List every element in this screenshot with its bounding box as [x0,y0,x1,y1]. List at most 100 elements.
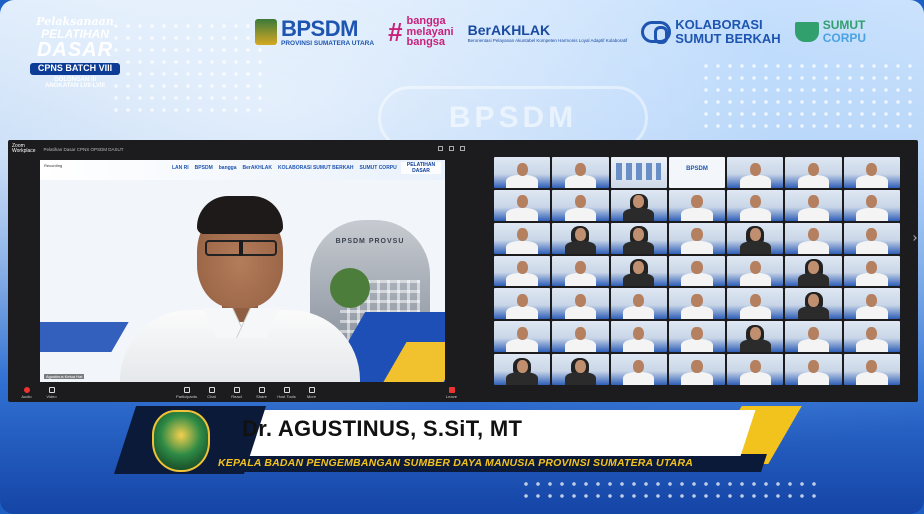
participant-tile[interactable] [785,321,842,353]
participant-tile[interactable] [727,321,784,353]
participant-face [633,359,645,373]
participant-tile[interactable] [494,255,551,287]
participant-tile[interactable] [494,321,551,353]
participant-tile[interactable] [785,288,842,320]
participant-face [633,228,645,242]
participant-tile[interactable] [843,354,900,385]
decorative-dots [700,60,920,130]
participant-tile[interactable] [785,222,842,254]
participant-tile[interactable] [785,189,842,221]
more-button[interactable]: More [299,386,324,399]
participant-tile[interactable] [494,189,551,221]
participant-tile[interactable] [727,157,784,188]
participant-tile[interactable] [843,189,900,221]
participant-tile[interactable] [494,288,551,320]
virtual-background-logos: LAN RI BPSDM bangga BerAKHLAK KOLABORASI… [172,165,397,171]
speaker-glasses [205,240,277,256]
participant-tile[interactable] [727,255,784,287]
bpsdm-logo: BPSDM PROVINSI SUMATERA UTARA [255,17,374,47]
participant-tile[interactable] [610,321,667,353]
active-speaker-video[interactable]: Recording LAN RI BPSDM bangga BerAKHLAK … [40,160,445,382]
participant-tile[interactable] [494,354,551,385]
participant-tile[interactable] [494,222,551,254]
participant-body [681,306,713,320]
participant-face [807,162,820,176]
participant-face [807,293,820,307]
berakhlak-wordmark: BerAKHLAK [467,21,551,38]
share-screen-icon [258,386,265,393]
open-book-icon [794,22,819,42]
bangga-line: bangsa [406,36,446,49]
participant-tile[interactable] [610,189,667,221]
participant-tile[interactable] [668,157,726,188]
participant-tile[interactable] [668,189,726,221]
participant-face [866,228,878,242]
maximize-icon[interactable] [449,146,454,151]
host-tools-button[interactable]: Host Tools [274,386,299,399]
toolbar-label: Share [256,393,267,399]
participant-tile[interactable] [552,222,609,254]
participant-tile[interactable] [552,354,609,385]
participant-tile[interactable] [494,157,551,188]
leave-button[interactable]: Leave [439,387,464,399]
participant-tile[interactable] [552,157,609,188]
video-button[interactable]: Video [39,386,64,399]
participant-body [739,240,772,254]
participant-tile[interactable] [727,189,784,221]
participant-tile[interactable] [843,321,900,353]
react-button[interactable]: React [224,386,249,399]
participant-tile[interactable] [610,222,667,254]
speaker-name: Dr. AGUSTINUS, S.SiT, MT [242,416,523,441]
participant-body [506,339,538,353]
participant-face [574,359,587,373]
participant-body [797,372,830,385]
participant-tile[interactable] [843,288,900,320]
participant-tile[interactable] [552,288,609,320]
participant-face [633,261,645,275]
hashtag-icon: # [388,16,403,47]
participant-tile[interactable] [727,288,784,320]
participant-body [622,240,655,254]
participant-tile[interactable] [668,354,726,385]
participant-tile[interactable] [610,288,667,320]
province-emblem-icon [152,410,210,472]
participant-tile[interactable] [552,189,609,221]
kolaborasi-line: KOLABORASI [675,17,763,33]
vbg-event-badge: PELATIHAN DASAR [401,162,441,174]
toolbar-label: More [306,393,317,399]
minimize-icon[interactable] [438,146,443,151]
participant-tile[interactable] [727,354,784,385]
participant-tile[interactable] [610,157,667,188]
participant-tile[interactable] [785,354,842,385]
participant-tile[interactable] [727,222,784,254]
participant-body [797,174,830,188]
participant-face [866,293,878,307]
share-button[interactable]: Share [249,386,274,399]
participant-tile[interactable] [610,255,667,287]
participant-tile[interactable] [668,255,726,287]
broadcast-frame: BPSDM PROVSU Pelaksanaan PELATIHAN DASAR… [0,0,924,514]
participant-tile[interactable] [610,354,667,385]
close-icon[interactable] [460,146,465,151]
bangga-melayani-logo: # bangga melayani bangsa [388,16,454,49]
participant-tile[interactable] [552,321,609,353]
participant-tile[interactable] [668,222,726,254]
participant-tile[interactable] [552,255,609,287]
participant-tile[interactable] [668,288,726,320]
participant-tile[interactable] [843,255,900,287]
participant-body [564,339,597,353]
event-badge: Pelaksanaan PELATIHAN DASAR CPNS BATCH V… [30,16,120,89]
participant-tile[interactable] [843,222,900,254]
participant-tile[interactable] [843,157,900,188]
badge-line: Pelaksanaan [36,15,114,28]
participant-body [622,207,655,221]
badge-line: ANGKATAN LVII-LVIII [45,82,105,89]
chat-button[interactable]: Chat [199,386,224,399]
participant-tile[interactable] [668,321,726,353]
participant-body [739,306,772,320]
participant-body [564,372,597,385]
participant-tile[interactable] [785,157,842,188]
audio-button[interactable]: Audio [14,386,39,399]
participant-tile[interactable] [785,255,842,287]
participants-button[interactable]: Participants [174,386,199,399]
